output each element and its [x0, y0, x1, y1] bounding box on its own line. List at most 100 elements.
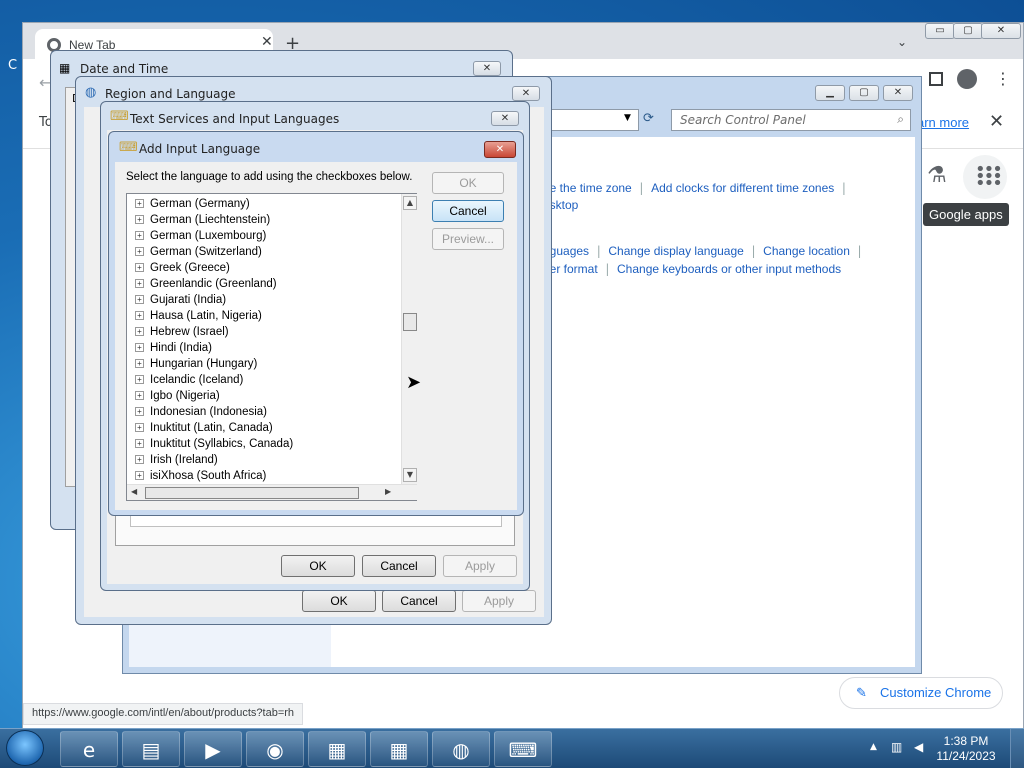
language-tree-item[interactable]: + German (Liechtenstein)	[135, 212, 270, 228]
language-tree-item[interactable]: + German (Germany)	[135, 196, 250, 212]
language-tree-item[interactable]: + Hausa (Latin, Nigeria)	[135, 308, 262, 324]
cp-close-button[interactable]: ✕	[883, 85, 913, 101]
refresh-icon[interactable]: ⟳	[643, 111, 654, 126]
expand-plus-icon[interactable]: +	[135, 311, 144, 321]
volume-muted-icon[interactable]: ◀	[914, 740, 923, 754]
language-tree-item[interactable]: + Hindi (India)	[135, 340, 212, 356]
side-panel-icon[interactable]	[929, 72, 943, 86]
cp-minimize-button[interactable]: ▁	[815, 85, 845, 101]
taskbar-text-services-button[interactable]: ⌨	[494, 731, 552, 767]
add-language-close-button[interactable]: ✕	[484, 141, 516, 158]
expand-plus-icon[interactable]: +	[135, 471, 144, 481]
calendar-icon: ▦	[59, 61, 71, 75]
maximize-button[interactable]: ▢	[953, 23, 983, 39]
expand-plus-icon[interactable]: +	[135, 327, 144, 337]
language-tree[interactable]: + German (Germany) + German (Liechtenstein)…	[126, 193, 417, 501]
region-cancel-button[interactable]: Cancel	[382, 590, 456, 612]
scroll-left-arrow-icon[interactable]: ◀	[131, 487, 137, 496]
scroll-up-arrow-icon[interactable]: ▲	[403, 196, 417, 210]
language-tree-item[interactable]: + Igbo (Nigeria)	[135, 388, 220, 404]
expand-plus-icon[interactable]: +	[135, 439, 144, 449]
taskbar-clock[interactable]: 1:38 PM 11/24/2023	[936, 734, 996, 764]
tab-search-button[interactable]: ⌄	[897, 35, 907, 49]
language-tree-item[interactable]: + Irish (Ireland)	[135, 452, 218, 468]
region-close-button[interactable]: ✕	[512, 86, 540, 101]
taskbar-file-explorer-button[interactable]: ▤	[122, 731, 180, 767]
cp-link-change-location[interactable]: Change location	[763, 244, 850, 258]
language-tree-item[interactable]: + Icelandic (Iceland)	[135, 372, 243, 388]
expand-plus-icon[interactable]: +	[135, 199, 144, 209]
language-tree-item[interactable]: + Hebrew (Israel)	[135, 324, 229, 340]
region-ok-button[interactable]: OK	[302, 590, 376, 612]
expand-plus-icon[interactable]: +	[135, 263, 144, 273]
start-button[interactable]	[6, 730, 44, 766]
text-services-ok-button[interactable]: OK	[281, 555, 355, 577]
expand-plus-icon[interactable]: +	[135, 247, 144, 257]
expand-plus-icon[interactable]: +	[135, 231, 144, 241]
taskbar-region-language-button[interactable]: ◍	[432, 731, 490, 767]
language-tree-item[interactable]: + Inuktitut (Syllabics, Canada)	[135, 436, 293, 452]
add-language-preview-button[interactable]: Preview...	[432, 228, 504, 250]
tab-close-icon[interactable]: ✕	[261, 34, 273, 50]
language-tree-item[interactable]: + Gujarati (India)	[135, 292, 226, 308]
vertical-scroll-thumb[interactable]	[403, 313, 417, 331]
date-time-close-button[interactable]: ✕	[473, 61, 501, 76]
expand-plus-icon[interactable]: +	[135, 295, 144, 305]
network-icon[interactable]: ▥	[891, 740, 902, 754]
expand-plus-icon[interactable]: +	[135, 423, 144, 433]
expand-plus-icon[interactable]: +	[135, 343, 144, 353]
region-apply-button[interactable]: Apply	[462, 590, 536, 612]
expand-plus-icon[interactable]: +	[135, 215, 144, 225]
taskbar-media-player-button[interactable]: ▶	[184, 731, 242, 767]
text-services-cancel-button[interactable]: Cancel	[362, 555, 436, 577]
language-tree-item[interactable]: + Hungarian (Hungary)	[135, 356, 257, 372]
expand-plus-icon[interactable]: +	[135, 375, 144, 385]
expand-plus-icon[interactable]: +	[135, 279, 144, 289]
cp-link-keyboards[interactable]: Change keyboards or other input methods	[617, 262, 841, 276]
language-tree-item[interactable]: + Inuktitut (Latin, Canada)	[135, 420, 273, 436]
scroll-down-arrow-icon[interactable]: ▼	[403, 468, 417, 482]
taskbar-control-panel-button[interactable]: ▦	[308, 731, 366, 767]
cp-search-input[interactable]: Search Control Panel ⌕	[671, 109, 911, 131]
profile-avatar-icon[interactable]	[957, 69, 977, 89]
horizontal-scroll-thumb[interactable]	[145, 487, 359, 499]
taskbar-chrome-button[interactable]: ◉	[246, 731, 304, 767]
cp-link-time-zone[interactable]: ge the time zone	[543, 181, 632, 195]
customize-chrome-button[interactable]: ✎ Customize Chrome	[839, 677, 1003, 709]
minimize-button[interactable]: ▭	[925, 23, 955, 39]
language-tree-item[interactable]: + Greenlandic (Greenland)	[135, 276, 277, 292]
cp-link-add-clocks[interactable]: Add clocks for different time zones	[651, 181, 834, 195]
expand-plus-icon[interactable]: +	[135, 359, 144, 369]
expand-plus-icon[interactable]: +	[135, 455, 144, 465]
add-language-ok-button[interactable]: OK	[432, 172, 504, 194]
address-dropdown-icon[interactable]: ▼	[624, 113, 631, 123]
tree-vertical-scrollbar[interactable]: ▲ ▼	[401, 194, 417, 484]
search-icon[interactable]: ⌕	[897, 112, 904, 127]
show-desktop-button[interactable]	[1010, 729, 1024, 768]
expand-plus-icon[interactable]: +	[135, 407, 144, 417]
taskbar-internet-explorer-button[interactable]: e	[60, 731, 118, 767]
info-bar-close-icon[interactable]: ✕	[989, 111, 1004, 132]
language-tree-item[interactable]: + German (Switzerland)	[135, 244, 262, 260]
scroll-right-arrow-icon[interactable]: ▶	[385, 487, 391, 496]
cp-maximize-button[interactable]: ▢	[849, 85, 879, 101]
language-tree-item[interactable]: + Indonesian (Indonesia)	[135, 404, 267, 420]
language-tree-item[interactable]: + Greek (Greece)	[135, 260, 230, 276]
close-window-button[interactable]: ✕	[981, 23, 1021, 39]
add-language-cancel-button[interactable]: Cancel	[432, 200, 504, 222]
mouse-cursor-icon: ➤	[406, 372, 422, 393]
google-apps-button[interactable]: ••• ••• •••	[963, 155, 1007, 199]
chrome-menu-icon[interactable]: ⋮	[995, 69, 1011, 88]
tray-show-hidden-icon[interactable]: ▲	[870, 742, 877, 752]
labs-flask-icon[interactable]: ⚗	[927, 163, 947, 188]
language-tree-item[interactable]: + isiXhosa (South Africa)	[135, 468, 266, 484]
text-services-close-button[interactable]: ✕	[491, 111, 519, 126]
customize-chrome-label: Customize Chrome	[880, 685, 992, 700]
tree-horizontal-scrollbar[interactable]: ◀ ▶	[127, 484, 417, 500]
text-services-apply-button[interactable]: Apply	[443, 555, 517, 577]
cp-link-display-language[interactable]: Change display language	[608, 244, 743, 258]
language-tree-item[interactable]: + German (Luxembourg)	[135, 228, 266, 244]
expand-plus-icon[interactable]: +	[135, 391, 144, 401]
taskbar-date-time-button[interactable]: ▦	[370, 731, 428, 767]
learn-more-link[interactable]: arn more	[917, 115, 969, 130]
